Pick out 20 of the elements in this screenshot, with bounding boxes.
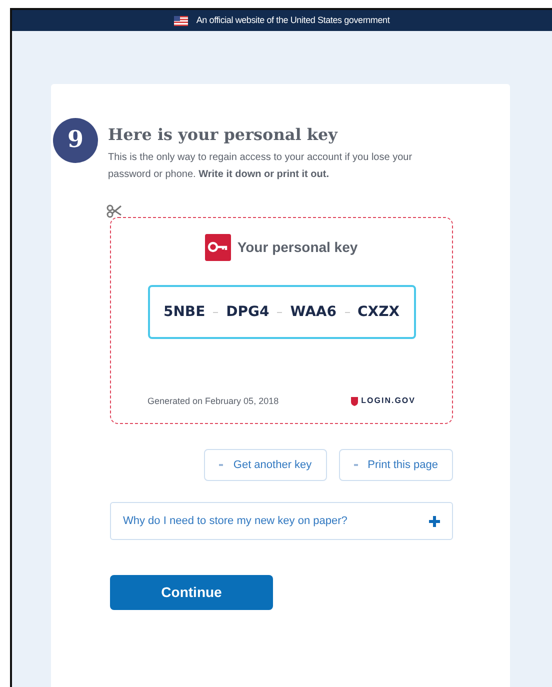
key-icon — [205, 234, 232, 261]
action-button[interactable]: Print this page — [338, 449, 453, 481]
key-text: WAA6 — [290, 302, 337, 322]
banner-text: An official website of the United States government — [196, 14, 390, 27]
brand-logo-text: LOGIN.GOV — [361, 395, 416, 408]
page-title: Here is your personal key — [108, 124, 339, 146]
intro-text: This is the only way to regain access to your account if you lose your password or phone. Write it down or print it out. — [108, 151, 414, 182]
key-text: CXZX — [358, 302, 400, 322]
shield-icon — [351, 396, 358, 406]
key-card-title: Your personal key — [237, 238, 358, 257]
plus-icon — [429, 516, 440, 526]
action-button[interactable]: Get another key — [204, 449, 327, 481]
scissors-icon — [106, 204, 122, 218]
continue-button[interactable]: Continue — [110, 575, 273, 610]
key-text: 5NBE — [163, 302, 206, 322]
flag-icon — [174, 16, 188, 26]
faq-accordion[interactable]: Why do I need to store my new key on paper? — [110, 502, 453, 540]
step-number: 9 — [53, 118, 98, 163]
generated-date: Generated on February 05, 2018 — [148, 394, 279, 408]
key-text: DPG4 — [226, 302, 270, 322]
